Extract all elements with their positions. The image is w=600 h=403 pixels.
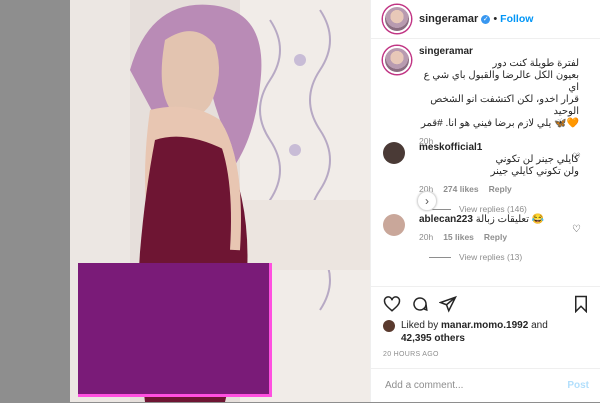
comment-text: ablecan223 تعليقات زبالة 😂 — [419, 214, 579, 226]
avatar[interactable] — [383, 142, 405, 164]
likes-text: Liked by manar.momo.1992 and 42,395 othe… — [401, 319, 548, 345]
heart-icon[interactable]: ♡ — [572, 224, 581, 235]
view-replies[interactable]: View replies (146) — [429, 204, 600, 214]
view-replies[interactable]: View replies (13) — [429, 252, 600, 262]
post-dialog: › singeramar ✓ • Follow singeramar لفترة… — [70, 0, 600, 402]
post-timestamp[interactable]: 20 HOURS AGO — [371, 345, 600, 358]
avatar[interactable] — [383, 214, 405, 236]
verified-icon: ✓ — [481, 14, 491, 24]
censor-block — [78, 263, 272, 397]
comment-username[interactable]: meskofficial1 — [419, 142, 482, 153]
post-image[interactable] — [70, 0, 370, 402]
comment-likes[interactable]: 274 likes — [443, 184, 478, 194]
caption-line: 🧡🦋 يلي لازم برضا فيني هو انا. #قمر — [421, 118, 579, 129]
comments-section: singeramar لفترة طويلة كنت دور بعيون الك… — [371, 46, 600, 286]
comment-input[interactable] — [383, 379, 568, 392]
replies-divider — [429, 256, 451, 258]
comment-line: ولن تكوني كايلي جينر — [490, 166, 579, 177]
chevron-right-icon[interactable]: › — [417, 191, 437, 211]
caption-text: singeramar لفترة طويلة كنت دور بعيون الك… — [419, 46, 579, 130]
comment-item: meskofficial1 كايلي جينر لن تكوني ولن تك… — [371, 142, 600, 214]
view-replies-label[interactable]: View replies (146) — [459, 204, 527, 214]
action-bar — [371, 287, 600, 313]
heart-icon[interactable] — [383, 295, 401, 313]
likes-prefix: Liked by — [401, 320, 439, 331]
post-header: singeramar ✓ • Follow — [371, 0, 600, 39]
follow-button[interactable]: Follow — [500, 13, 533, 25]
likes-summary: Liked by manar.momo.1992 and 42,395 othe… — [371, 313, 600, 345]
reply-button[interactable]: Reply — [484, 232, 507, 242]
separator-dot: • — [493, 13, 498, 25]
comment-time[interactable]: 20h — [419, 232, 433, 242]
caption-line: بعيون الكل عالرضا والقبول باي شي ع اي — [423, 70, 579, 93]
view-replies-label[interactable]: View replies (13) — [459, 252, 522, 262]
page-background — [0, 0, 70, 402]
post-button[interactable]: Post — [567, 380, 589, 391]
comment-line: تعليقات زبالة 😂 — [475, 214, 545, 225]
comment-text: meskofficial1 كايلي جينر لن تكوني ولن تك… — [419, 142, 579, 178]
paper-plane-icon[interactable] — [439, 295, 457, 313]
comment-meta: 20h 274 likes Reply — [419, 184, 600, 194]
caption: singeramar لفترة طويلة كنت دور بعيون الك… — [371, 46, 600, 146]
post-sidebar: singeramar ✓ • Follow singeramar لفترة ط… — [370, 0, 600, 402]
avatar[interactable] — [383, 320, 395, 332]
caption-line: قرار اخدو، لكن اكتشفت انو الشخص الوحيد — [430, 94, 579, 117]
comment-line: كايلي جينر لن تكوني — [495, 154, 579, 165]
bookmark-icon[interactable] — [573, 295, 589, 313]
add-comment-bar: Post — [371, 368, 600, 402]
caption-username[interactable]: singeramar — [419, 46, 473, 57]
header-username[interactable]: singeramar — [419, 13, 478, 25]
comment-likes[interactable]: 15 likes — [443, 232, 474, 242]
caption-line: لفترة طويلة كنت دور — [492, 58, 579, 69]
comment-username[interactable]: ablecan223 — [419, 214, 473, 225]
comment-item: ablecan223 تعليقات زبالة 😂 ♡ 20h 15 like… — [371, 214, 600, 274]
likes-others[interactable]: 42,395 others — [401, 333, 465, 344]
likes-and: and — [531, 320, 548, 331]
reply-button[interactable]: Reply — [489, 184, 512, 194]
heart-icon[interactable]: ♡ — [572, 152, 581, 163]
comment-icon[interactable] — [411, 295, 429, 313]
avatar[interactable] — [383, 5, 411, 33]
liker-username[interactable]: manar.momo.1992 — [441, 320, 528, 331]
avatar[interactable] — [383, 46, 411, 74]
